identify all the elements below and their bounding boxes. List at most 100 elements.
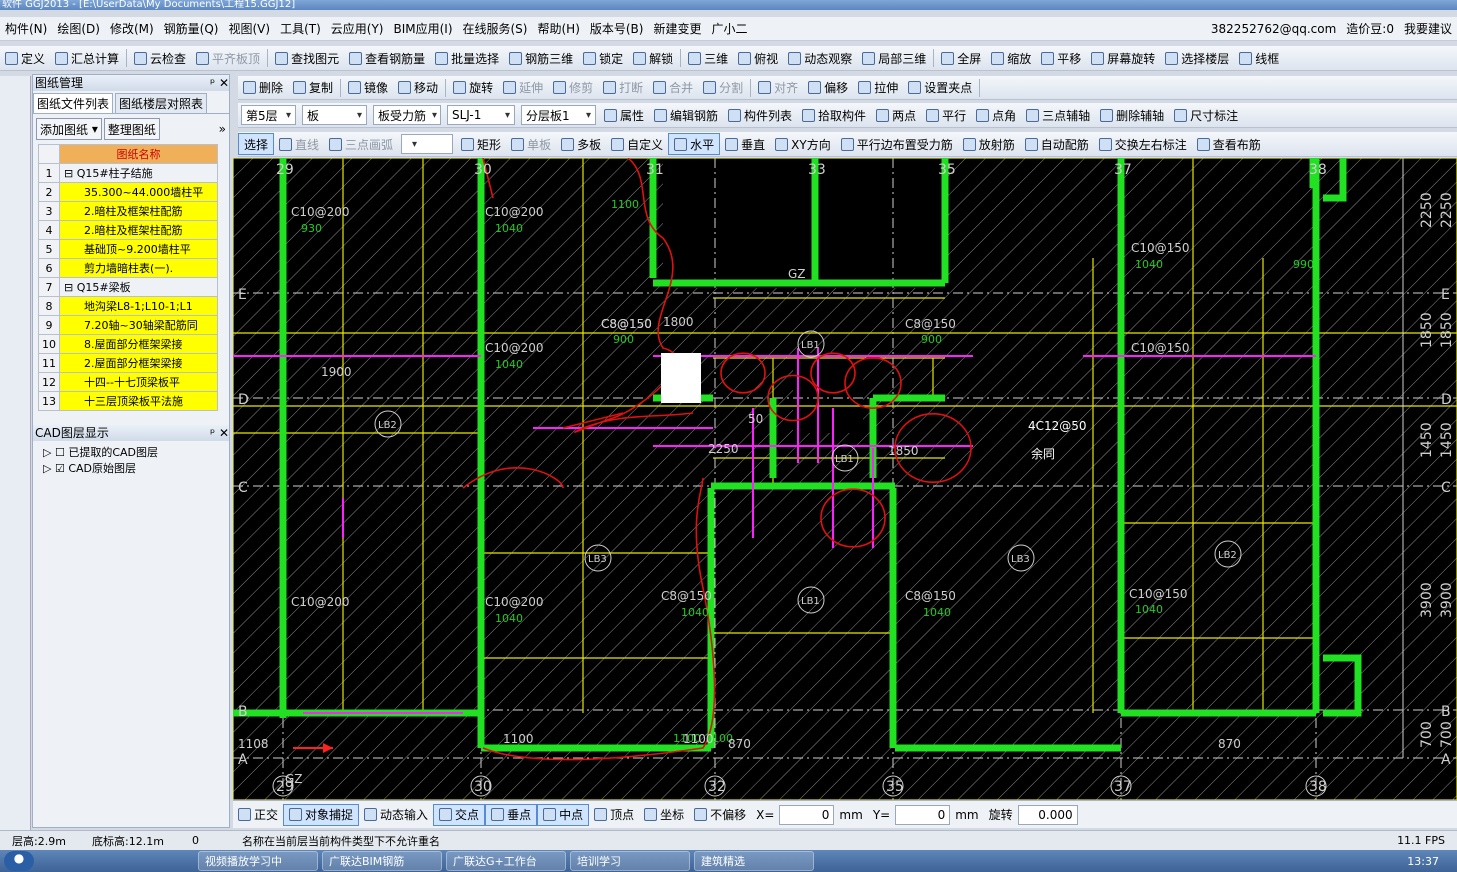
cad-layer-item[interactable]: ▷ ☑ CAD原始图层 — [43, 460, 219, 476]
tool-button[interactable]: 两点 — [871, 104, 921, 126]
menu-item[interactable]: 工具(T) — [275, 18, 326, 40]
tool-button[interactable]: 解锁 — [628, 47, 678, 69]
snap-toggle[interactable]: 正交 — [233, 804, 283, 826]
tool-button[interactable]: 矩形 — [456, 133, 506, 155]
tool-button[interactable]: 直线 — [274, 133, 324, 155]
table-row[interactable]: 10 8.屋面部分框架梁接 — [37, 334, 218, 354]
panel-pin-close-icon[interactable]: ᵖ ✕ — [210, 75, 229, 91]
code-select[interactable]: SLJ-1 — [447, 105, 515, 125]
tool-button[interactable]: XY方向 — [770, 133, 836, 155]
menu-item[interactable]: 钢筋量(Q) — [159, 18, 224, 40]
tool-button[interactable]: 自定义 — [606, 133, 668, 155]
table-row[interactable]: 3 2.暗柱及框架柱配筋 — [37, 201, 218, 221]
tool-button[interactable]: 钢筋三维 — [504, 47, 578, 69]
tool-button[interactable]: 打断 — [598, 77, 648, 99]
table-row[interactable]: 5 基础顶~9.200墙柱平 — [37, 239, 218, 259]
tool-button[interactable]: 旋转 — [448, 77, 498, 99]
tool-button[interactable]: 对齐 — [753, 77, 803, 99]
tool-button[interactable]: 选择楼层 — [1160, 47, 1234, 69]
table-row[interactable]: 1 ⊟ Q15#柱子结施 — [37, 163, 218, 183]
table-row[interactable]: 2 35.300~44.000墙柱平 — [37, 182, 218, 202]
menu-item[interactable]: BIM应用(I) — [388, 18, 457, 40]
tool-button[interactable]: 删除辅轴 — [1095, 104, 1169, 126]
tool-button[interactable]: 缩放 — [986, 47, 1036, 69]
coord-input[interactable]: 0 — [779, 804, 835, 825]
table-row[interactable]: 7 ⊟ Q15#梁板 — [37, 277, 218, 297]
start-button-icon[interactable]: ● — [4, 851, 34, 871]
tool-button[interactable]: 垂直 — [720, 133, 770, 155]
taskbar-item[interactable]: 视频播放学习中 — [198, 851, 318, 871]
tool-button[interactable]: 线框 — [1234, 47, 1284, 69]
menu-item[interactable]: 修改(M) — [105, 18, 159, 40]
cad-pin-close-icon[interactable]: ᵖ ✕ — [210, 425, 229, 441]
tool-button[interactable]: 全屏 — [936, 47, 986, 69]
tool-button[interactable]: 延伸 — [498, 77, 548, 99]
tab-drawing-floor-map[interactable]: 图纸楼层对照表 — [115, 93, 208, 113]
tool-button[interactable]: 修剪 — [548, 77, 598, 99]
tool-button[interactable]: 移动 — [393, 77, 443, 99]
tool-button[interactable]: 拾取构件 — [797, 104, 871, 126]
more-icon[interactable]: » — [219, 122, 226, 136]
tool-button[interactable]: 查看钢筋量 — [344, 47, 430, 69]
menu-item[interactable]: 构件(N) — [0, 18, 52, 40]
tool-button[interactable]: 三维 — [683, 47, 733, 69]
cad-drawing[interactable]: 29 30 32 35 37 3829 30 31 33 35 37 38E ED DC CB BA AC10@… — [233, 158, 1457, 800]
tool-button[interactable]: 自动配筋 — [1020, 133, 1094, 155]
tool-button[interactable]: 多板 — [556, 133, 606, 155]
tool-button[interactable]: 单板 — [506, 133, 556, 155]
snap-toggle[interactable]: 对象捕捉 — [283, 803, 360, 826]
tool-button[interactable]: 动态观察 — [783, 47, 857, 69]
tool-button[interactable]: 屏幕旋转 — [1086, 47, 1160, 69]
tool-button[interactable]: 俯视 — [733, 47, 783, 69]
tool-button[interactable]: 平齐板顶 — [191, 47, 265, 69]
tool-button[interactable]: 水平 — [668, 133, 721, 155]
select-tool[interactable]: 选择 — [238, 133, 275, 155]
menu-item[interactable]: 广小二 — [707, 18, 753, 40]
tool-button[interactable]: 构件列表 — [723, 104, 797, 126]
menu-item[interactable]: 绘图(D) — [52, 18, 105, 40]
tool-button[interactable]: 偏移 — [803, 77, 853, 99]
draw-mode-select[interactable] — [401, 134, 454, 154]
table-row[interactable]: 12 十四--十七顶梁板平 — [37, 372, 218, 392]
tool-button[interactable]: 合并 — [648, 77, 698, 99]
floor-select[interactable]: 第5层 — [241, 105, 296, 125]
taskbar-item[interactable]: 建筑精选 — [694, 851, 814, 871]
left-nav-strip[interactable] — [0, 76, 31, 830]
account-email[interactable]: 382252762@qq.com — [1206, 18, 1341, 40]
organize-drawing-button[interactable]: 整理图纸 — [103, 118, 160, 140]
taskbar-item[interactable]: 广联达G+工作台 — [446, 851, 566, 871]
tool-button[interactable]: 批量选择 — [430, 47, 504, 69]
taskbar-item[interactable]: 广联达BIM钢筋 — [322, 851, 442, 871]
tool-button[interactable]: 平移 — [1036, 47, 1086, 69]
tool-button[interactable]: 放射筋 — [958, 133, 1020, 155]
cad-layer-item[interactable]: ▷ ☐ 已提取的CAD图层 — [43, 444, 219, 460]
snap-toggle[interactable]: 垂点 — [485, 803, 538, 826]
table-row[interactable]: 13 十三层顶梁板平法施 — [37, 391, 218, 411]
table-row[interactable]: 6 剪力墙暗柱表(一). — [37, 258, 218, 278]
tool-button[interactable]: 编辑钢筋 — [649, 104, 723, 126]
tool-button[interactable]: 查找图元 — [270, 47, 344, 69]
snap-toggle[interactable]: 动态输入 — [359, 804, 433, 826]
layer-select[interactable]: 分层板1 — [521, 105, 596, 125]
tool-button[interactable]: 拉伸 — [853, 77, 903, 99]
tool-button[interactable]: 三点画弧 — [324, 133, 398, 155]
snap-toggle[interactable]: 中点 — [537, 803, 590, 826]
tool-button[interactable]: 局部三维 — [857, 47, 931, 69]
suggest-button[interactable]: 我要建议 — [1399, 18, 1457, 40]
snap-toggle[interactable]: 顶点 — [589, 804, 639, 826]
tool-button[interactable]: 镜像 — [343, 77, 393, 99]
table-row[interactable]: 8 地沟梁L8-1;L10-1;L1 — [37, 296, 218, 316]
menu-item[interactable]: 在线服务(S) — [458, 18, 533, 40]
menu-item[interactable]: 帮助(H) — [532, 18, 584, 40]
snap-toggle[interactable]: 坐标 — [639, 804, 689, 826]
tool-button[interactable]: 汇总计算 — [50, 47, 124, 69]
rotate-input[interactable]: 0.000 — [1017, 804, 1078, 825]
table-row[interactable]: 4 2.暗柱及框架柱配筋 — [37, 220, 218, 240]
snap-toggle[interactable]: 不偏移 — [689, 804, 751, 826]
tab-drawing-files[interactable]: 图纸文件列表 — [33, 93, 114, 113]
tool-button[interactable]: 分割 — [698, 77, 748, 99]
subtype-select[interactable]: 板受力筋 — [373, 105, 441, 125]
tool-button[interactable]: 锁定 — [578, 47, 628, 69]
tool-button[interactable]: 交换左右标注 — [1094, 133, 1192, 155]
tool-button[interactable]: 属性 — [599, 104, 649, 126]
